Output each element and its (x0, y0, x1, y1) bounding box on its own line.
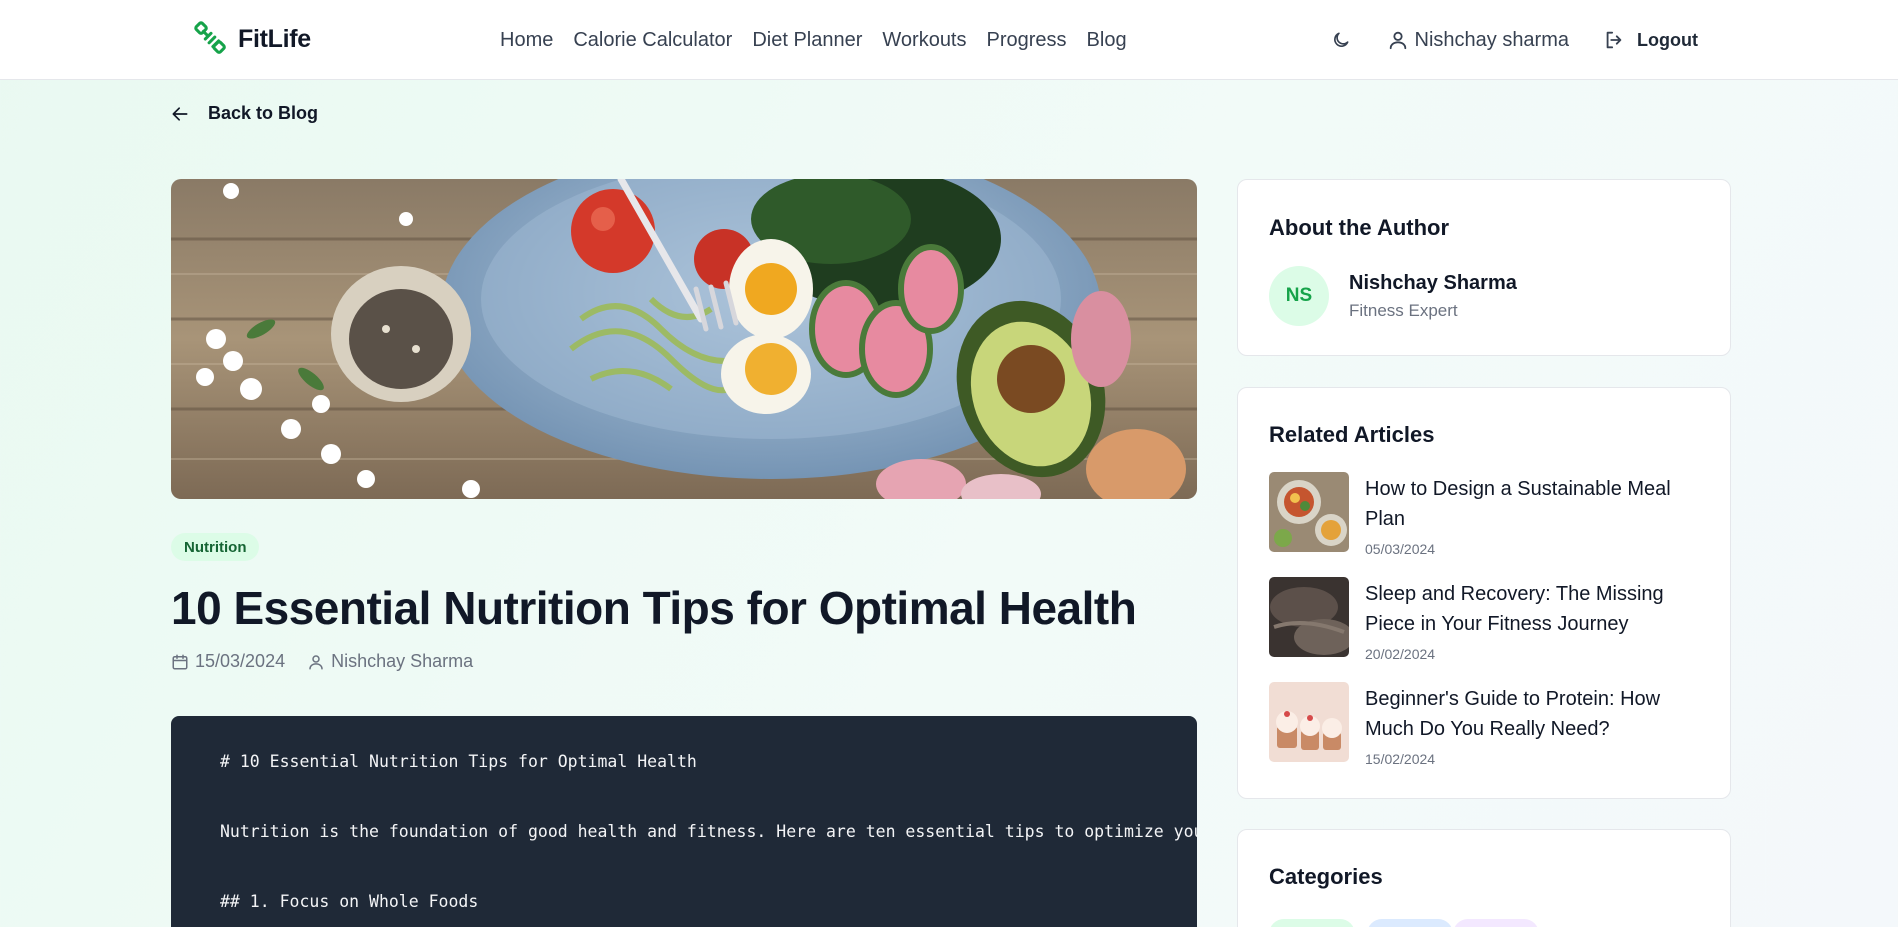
related-articles-card: Related Articles How to Design a Sustain… (1237, 387, 1731, 799)
theme-toggle-button[interactable] (1325, 24, 1357, 56)
user-name: Nishchay sharma (1414, 28, 1570, 51)
article-author: Nishchay Sharma (307, 651, 473, 672)
user-icon (1389, 31, 1406, 50)
logout-button[interactable]: Logout (1603, 29, 1698, 51)
related-article-thumbnail (1269, 577, 1349, 657)
user-icon (309, 654, 323, 669)
related-article-date: 20/02/2024 (1365, 646, 1436, 662)
category-tag[interactable]: Nutrition (171, 533, 260, 561)
related-article-date: 15/02/2024 (1365, 751, 1436, 767)
back-to-blog-link[interactable]: Back to Blog (170, 103, 318, 124)
article-author-text: Nishchay Sharma (331, 651, 474, 671)
about-author-title: About the Author (1269, 215, 1450, 240)
logout-icon (1606, 31, 1622, 49)
nav-calorie-calculator[interactable]: Calorie Calculator (573, 24, 732, 56)
content-line: ## 1. Focus on Whole Foods (220, 892, 479, 911)
related-article-title: Sleep and Recovery: The Missing Piece in… (1365, 583, 1664, 635)
category-chip[interactable] (1453, 919, 1539, 927)
avatar: NS (1269, 266, 1329, 326)
user-profile[interactable]: Nishchay sharma (1387, 28, 1570, 52)
nav-workouts[interactable]: Workouts (882, 24, 966, 56)
nav-home[interactable]: Home (500, 24, 553, 56)
calendar-icon (172, 654, 188, 669)
arrow-left-icon (172, 106, 188, 121)
related-article-title: Beginner's Guide to Protein: How Much Do… (1365, 688, 1661, 740)
related-articles-title: Related Articles (1269, 422, 1435, 447)
categories-title: Categories (1269, 864, 1383, 889)
header-actions: Nishchay sharma Logout (1325, 24, 1698, 56)
logout-label: Logout (1637, 29, 1698, 50)
related-article-item[interactable]: Sleep and Recovery: The Missing Piece in… (1269, 577, 1709, 662)
content-line: Nutrition is the foundation of good heal… (220, 822, 1197, 841)
article-date-text: 15/03/2024 (195, 651, 286, 671)
related-article-thumbnail (1269, 682, 1349, 762)
category-chip[interactable] (1269, 919, 1355, 927)
category-chip[interactable] (1367, 919, 1453, 927)
top-navbar: FitLife Home Calorie Calculator Diet Pla… (0, 0, 1898, 80)
author-role: Fitness Expert (1349, 301, 1458, 320)
author-name: Nishchay Sharma (1349, 272, 1517, 294)
related-article-title: How to Design a Sustainable Meal Plan (1365, 478, 1671, 530)
article-hero-image (171, 179, 1197, 499)
related-article-date: 05/03/2024 (1365, 541, 1436, 557)
content-line: # 10 Essential Nutrition Tips for Optima… (220, 752, 697, 771)
main-nav: Home Calorie Calculator Diet Planner Wor… (500, 24, 1127, 56)
brand-name: FitLife (238, 24, 311, 53)
categories-card: Categories (1237, 829, 1731, 927)
related-article-item[interactable]: Beginner's Guide to Protein: How Much Do… (1269, 682, 1709, 767)
article-meta: 15/03/2024 Nishchay Sharma (171, 651, 473, 672)
article-content: # 10 Essential Nutrition Tips for Optima… (171, 716, 1197, 927)
dumbbell-logo-icon (194, 21, 226, 54)
related-article-item[interactable]: How to Design a Sustainable Meal Plan 05… (1269, 472, 1709, 557)
back-link-label: Back to Blog (208, 103, 319, 123)
moon-icon (1333, 32, 1348, 47)
nav-diet-planner[interactable]: Diet Planner (752, 24, 862, 56)
about-author-card: About the Author NS Nishchay Sharma Fitn… (1237, 179, 1731, 356)
nav-blog[interactable]: Blog (1087, 24, 1127, 56)
article-date: 15/03/2024 (171, 651, 285, 672)
article-title: 10 Essential Nutrition Tips for Optimal … (171, 582, 1137, 634)
brand-logo[interactable]: FitLife (192, 19, 311, 59)
nav-progress[interactable]: Progress (987, 24, 1067, 56)
related-article-thumbnail (1269, 472, 1349, 552)
